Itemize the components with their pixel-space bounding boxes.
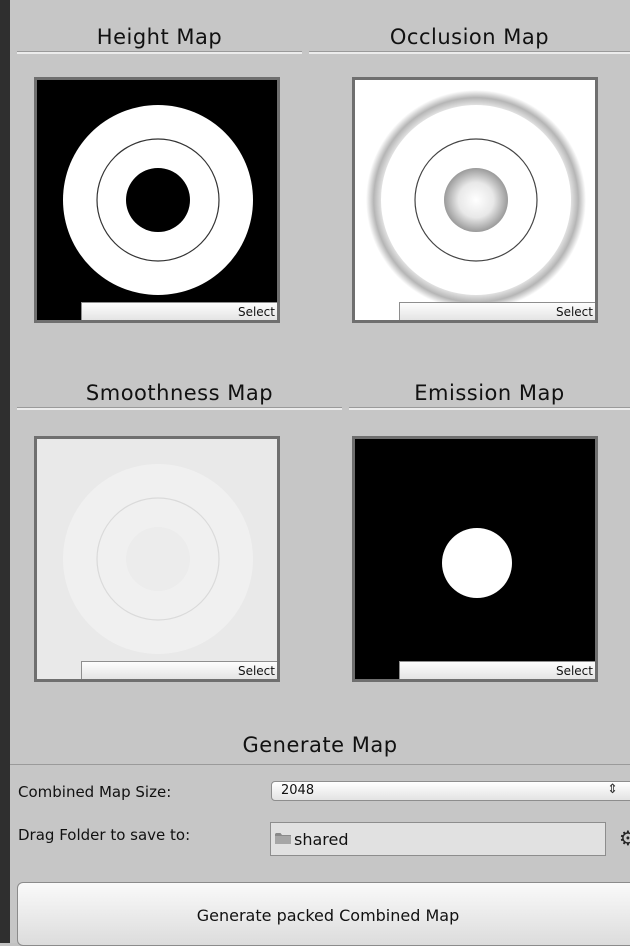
smoothness-map-divider — [17, 407, 342, 410]
smoothness-map-select-button[interactable]: Select — [81, 661, 277, 679]
dropdown-arrow-icon: ⇕ — [607, 782, 618, 797]
save-folder-value: shared — [294, 830, 349, 849]
emission-map-preview — [355, 439, 595, 679]
occlusion-map-select-label: Select — [555, 305, 593, 319]
smoothness-map-slot[interactable]: Select — [34, 436, 280, 682]
generate-map-divider — [10, 764, 630, 765]
occlusion-map-preview — [355, 80, 595, 320]
occlusion-map-title: Occlusion Map — [389, 25, 550, 49]
window-edge — [0, 0, 10, 943]
folder-icon — [275, 833, 291, 844]
save-folder-label: Drag Folder to save to: — [18, 826, 191, 844]
generate-map-title: Generate Map — [242, 733, 398, 757]
combined-map-size-value: 2048 — [281, 783, 315, 798]
combined-map-size-label: Combined Map Size: — [18, 783, 172, 801]
emission-map-title: Emission Map — [414, 381, 565, 405]
gear-icon[interactable]: ⚙ — [619, 826, 630, 850]
occlusion-map-slot[interactable]: Select — [352, 77, 598, 323]
emission-map-select-button[interactable]: Select — [399, 661, 595, 679]
emission-map-select-label: Select — [555, 664, 593, 678]
save-folder-field[interactable]: shared — [270, 822, 606, 856]
height-map-title: Height Map — [96, 25, 223, 49]
height-map-select-button[interactable]: Select — [81, 302, 277, 320]
occlusion-map-divider — [309, 51, 630, 54]
smoothness-map-title: Smoothness Map — [85, 381, 274, 405]
emission-map-slot[interactable]: Select — [352, 436, 598, 682]
height-map-slot[interactable]: Select — [34, 77, 280, 323]
smoothness-map-select-label: Select — [237, 664, 275, 678]
generate-combined-map-label: Generate packed Combined Map — [196, 906, 460, 925]
combined-map-size-dropdown[interactable]: 2048 ⇕ — [271, 781, 630, 801]
generate-combined-map-button[interactable]: Generate packed Combined Map — [17, 882, 630, 946]
occlusion-map-select-button[interactable]: Select — [399, 302, 595, 320]
smoothness-map-preview — [37, 439, 277, 679]
height-map-select-label: Select — [237, 305, 275, 319]
height-map-preview — [37, 80, 277, 320]
height-map-divider — [17, 51, 302, 54]
emission-map-divider — [349, 407, 630, 410]
